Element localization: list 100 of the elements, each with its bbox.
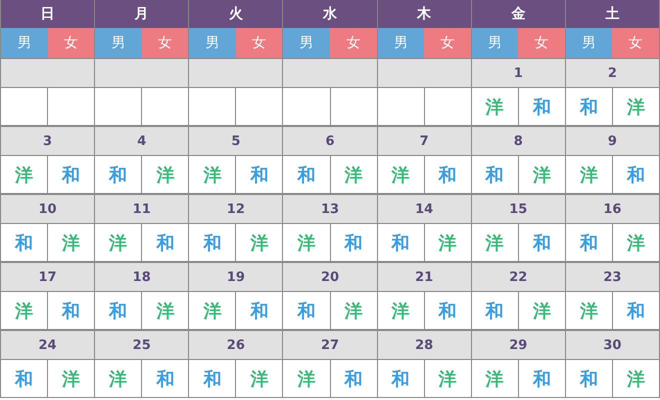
meal-cell: 和 xyxy=(424,156,471,193)
meal-cell-text: 和 xyxy=(578,96,599,120)
meal-cell-text: 和 xyxy=(14,232,34,256)
meal-cell-text: 和 xyxy=(578,368,599,392)
meal-cell-text: 和 xyxy=(202,368,222,392)
meal-cell-text: 洋 xyxy=(296,368,316,392)
date-cell: 8 xyxy=(472,126,566,156)
date-cell: 9 xyxy=(566,126,660,156)
weekday-header: 木 xyxy=(378,0,472,28)
meal-cell-text: 和 xyxy=(484,300,505,324)
meal-cell-text: 和 xyxy=(390,232,411,256)
gender-header: 男 xyxy=(189,28,236,58)
meal-cell: 和 xyxy=(141,360,188,397)
meal-cell-text: 洋 xyxy=(14,164,34,188)
date-cell: 2 xyxy=(566,58,660,88)
meal-cell: 洋 xyxy=(612,224,659,261)
gender-header: 女 xyxy=(236,28,282,58)
meal-cell: 和 xyxy=(47,156,94,193)
meal-cell: 洋 xyxy=(141,292,188,329)
meal-cell: 和 xyxy=(330,360,377,397)
weekday-header: 水 xyxy=(283,0,378,28)
gender-header: 男 xyxy=(472,28,518,58)
meal-cell: 和 xyxy=(235,292,282,329)
weekday-header: 月 xyxy=(95,0,190,28)
meal-cell: 和 xyxy=(330,224,377,261)
meal-cell-text: 和 xyxy=(296,164,316,188)
date-cell: 7 xyxy=(378,126,472,156)
meal-cell: 洋 xyxy=(47,360,94,397)
meal-cell-text: 和 xyxy=(578,232,599,256)
date-cell: 13 xyxy=(283,194,378,224)
gender-header: 男 xyxy=(283,28,330,58)
meal-cell-text: 和 xyxy=(484,164,505,188)
meal-cell-text: 洋 xyxy=(390,300,411,324)
meal-cell: 和 xyxy=(518,224,565,261)
date-cell: 30 xyxy=(566,330,660,360)
weekday-header: 土 xyxy=(566,0,660,28)
meal-cell-text: 洋 xyxy=(14,300,34,324)
meal-cell: 和 xyxy=(141,224,188,261)
meal-cell: 洋 xyxy=(612,88,659,125)
gender-header: 女 xyxy=(142,28,188,58)
gender-header: 女 xyxy=(330,28,377,58)
date-cell: 23 xyxy=(566,262,660,292)
meal-cell-text: 和 xyxy=(14,368,34,392)
date-cell: 22 xyxy=(472,262,566,292)
meal-cell: 洋 xyxy=(518,156,565,193)
meal-cell-text: 和 xyxy=(390,368,411,392)
meal-cell: 洋 xyxy=(235,224,282,261)
meal-cell: 和 xyxy=(424,292,471,329)
meal-cell: 和 xyxy=(612,156,659,193)
date-cell: 6 xyxy=(283,126,378,156)
gender-header: 女 xyxy=(48,28,94,58)
meal-cell-text: 洋 xyxy=(484,368,505,392)
gender-header: 男 xyxy=(1,28,48,58)
meal-cell-text: 和 xyxy=(202,232,222,256)
date-cell: 4 xyxy=(95,126,190,156)
meal-cell: 和 xyxy=(518,88,565,125)
date-cell: 14 xyxy=(378,194,472,224)
weekday-header: 火 xyxy=(189,0,284,28)
date-cell: 29 xyxy=(472,330,566,360)
meal-cell-text: 和 xyxy=(296,300,316,324)
meal-cell: 洋 xyxy=(235,360,282,397)
meal-cell: 洋 xyxy=(424,360,471,397)
meal-cell: 和 xyxy=(235,156,282,193)
date-cell: 17 xyxy=(1,262,96,292)
meal-cell: 和 xyxy=(47,292,94,329)
date-cell: 16 xyxy=(566,194,660,224)
meal-cell-text: 洋 xyxy=(296,232,316,256)
meal-cell-text: 洋 xyxy=(484,232,505,256)
meal-cell-text: 洋 xyxy=(484,96,505,120)
weekday-header: 日 xyxy=(1,0,96,28)
meal-cell: 洋 xyxy=(330,292,377,329)
date-cell: 18 xyxy=(95,262,190,292)
date-cell: 19 xyxy=(189,262,284,292)
date-cell: 3 xyxy=(1,126,96,156)
date-cell: 25 xyxy=(95,330,190,360)
date-cell: 15 xyxy=(472,194,566,224)
meal-cell-text: 洋 xyxy=(108,368,128,392)
meal-cell: 洋 xyxy=(612,360,659,397)
date-cell: 11 xyxy=(95,194,190,224)
meal-cell-text: 和 xyxy=(108,300,128,324)
meal-cell-text: 和 xyxy=(108,164,128,188)
date-cell: 20 xyxy=(283,262,378,292)
meal-cell-text: 洋 xyxy=(578,300,599,324)
gender-header: 女 xyxy=(424,28,471,58)
date-cell: 10 xyxy=(1,194,96,224)
date-cell: 24 xyxy=(1,330,96,360)
meal-cell: 洋 xyxy=(330,156,377,193)
date-cell: 1 xyxy=(472,58,566,88)
meal-cell-text: 洋 xyxy=(202,300,222,324)
date-cell: 21 xyxy=(378,262,472,292)
meal-cell: 洋 xyxy=(424,224,471,261)
meal-cell-text: 洋 xyxy=(108,232,128,256)
meal-cell: 和 xyxy=(612,292,659,329)
gender-header: 男 xyxy=(566,28,612,58)
gender-header: 男 xyxy=(95,28,142,58)
gender-header: 女 xyxy=(612,28,659,58)
meal-cell: 洋 xyxy=(47,224,94,261)
date-cell: 26 xyxy=(189,330,284,360)
meal-cell: 洋 xyxy=(518,292,565,329)
date-cell: 27 xyxy=(283,330,378,360)
